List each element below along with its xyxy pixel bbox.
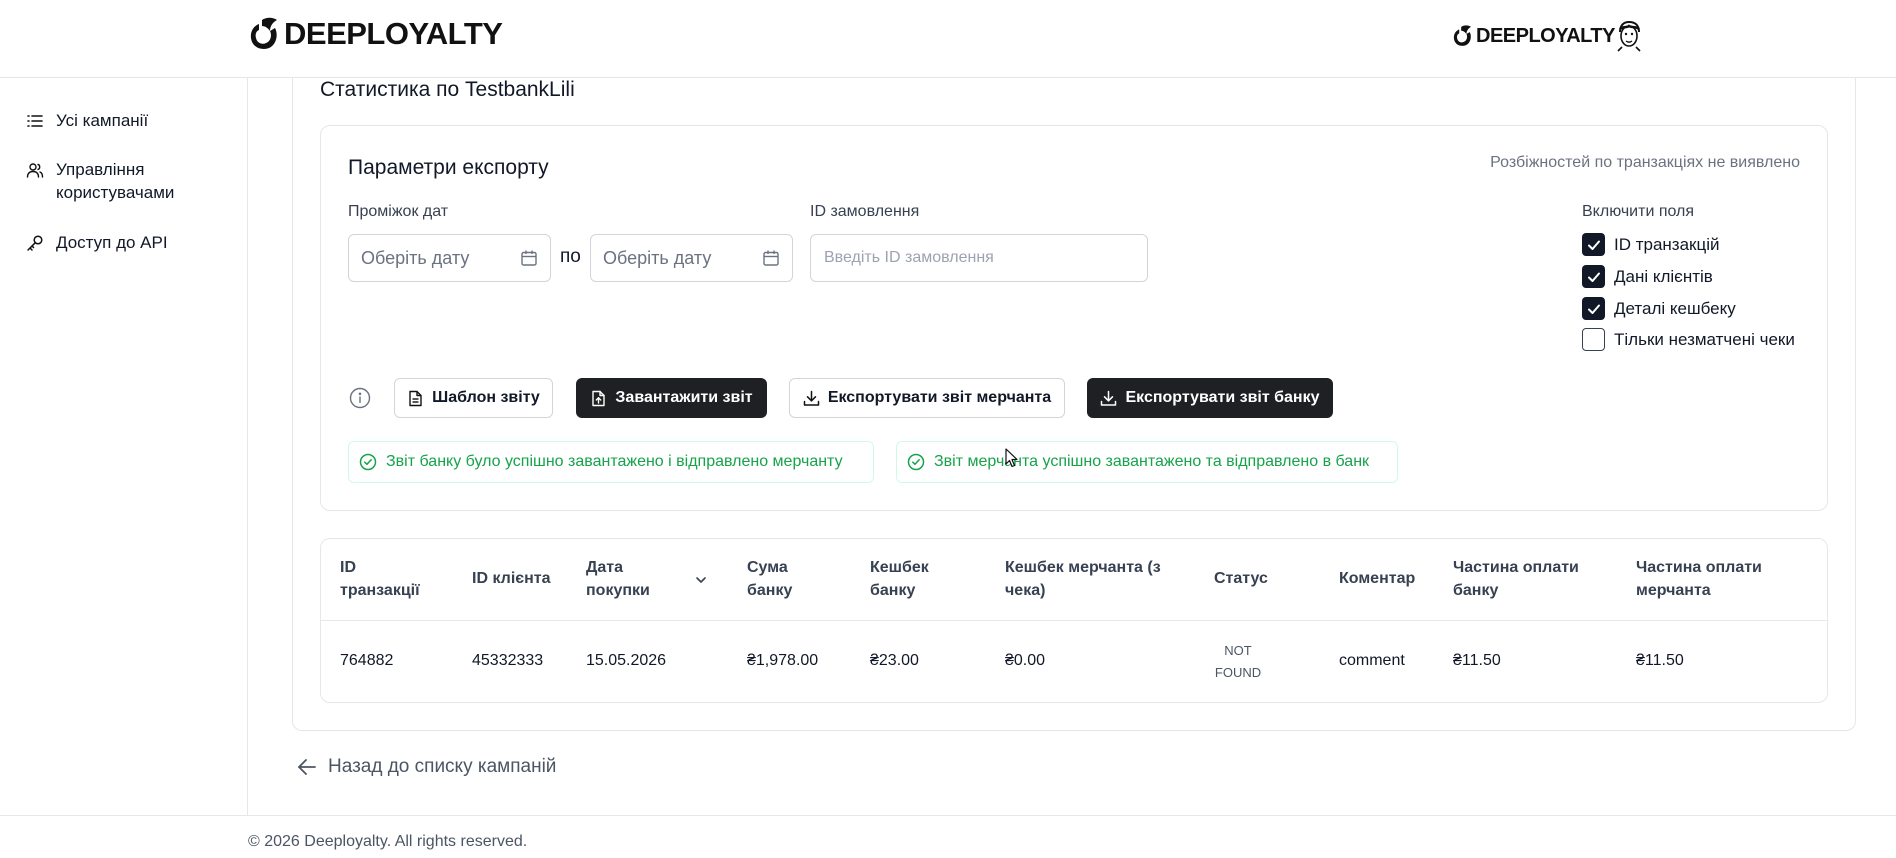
sidebar-item-campaigns[interactable]: Усі кампанії bbox=[26, 109, 148, 132]
checkbox[interactable] bbox=[1582, 297, 1605, 320]
button-label: Експортувати звіт банку bbox=[1125, 389, 1320, 406]
export-card-title: Параметри експорту bbox=[348, 156, 549, 179]
checkbox[interactable] bbox=[1582, 265, 1605, 288]
cell-merchant-cashback: ₴0.00 bbox=[1005, 652, 1046, 669]
checkbox-cashback-details[interactable]: Деталі кешбеку bbox=[1582, 297, 1736, 320]
back-to-campaigns-link[interactable]: Назад до списку кампаній bbox=[296, 756, 556, 778]
date-separator: по bbox=[560, 246, 581, 267]
cell-bank-cashback: ₴23.00 bbox=[870, 652, 919, 669]
toast-text: Звіт банку було успішно завантажено і ві… bbox=[386, 453, 843, 470]
info-icon[interactable] bbox=[349, 387, 371, 409]
order-id-input[interactable] bbox=[810, 234, 1148, 282]
cell-purchase-date: 15.05.2026 bbox=[586, 652, 667, 669]
button-label: Завантажити звіт bbox=[615, 389, 753, 406]
check-circle-icon bbox=[907, 453, 925, 471]
cell-bank-share: ₴11.50 bbox=[1453, 652, 1501, 669]
export-merchant-report-button[interactable]: Експортувати звіт мерчанта bbox=[789, 378, 1065, 418]
checkbox-client-data[interactable]: Дані клієнтів bbox=[1582, 265, 1713, 288]
partner-logo-text: DEEPLOYALTY bbox=[1476, 24, 1615, 47]
date-from-picker[interactable]: Оберіть дату bbox=[348, 234, 551, 282]
date-from-placeholder: Оберіть дату bbox=[361, 247, 470, 268]
merchant-report-success-toast: Звіт мерчанта успішно завантажено та від… bbox=[896, 441, 1398, 483]
cell-bank-amount: ₴1,978.00 bbox=[747, 652, 819, 669]
sidebar-item-label: Доступ до API bbox=[56, 233, 168, 252]
checkbox-label: Тільки незматчені чеки bbox=[1614, 329, 1795, 349]
checkbox[interactable] bbox=[1582, 233, 1605, 256]
file-upload-icon bbox=[592, 390, 606, 406]
file-icon bbox=[409, 390, 422, 406]
date-to-placeholder: Оберіть дату bbox=[603, 247, 712, 268]
column-header-merchant-cashback[interactable]: Кешбек мерчанта (з чека) bbox=[1005, 556, 1175, 602]
deeployalty-logo[interactable]: DEEPLOYALTY bbox=[248, 16, 503, 52]
bank-report-success-toast: Звіт банку було успішно завантажено і ві… bbox=[348, 441, 874, 483]
date-to-picker[interactable]: Оберіть дату bbox=[590, 234, 793, 282]
table-header-divider bbox=[321, 620, 1827, 621]
column-header-status[interactable]: Статус bbox=[1214, 567, 1268, 590]
checkbox-label: Деталі кешбеку bbox=[1614, 298, 1736, 318]
column-header-comment[interactable]: Коментар bbox=[1339, 567, 1415, 590]
button-label: Шаблон звіту bbox=[432, 389, 540, 406]
cell-merchant-share: ₴11.50 bbox=[1636, 652, 1684, 669]
column-header-bank-share[interactable]: Частина оплати банку bbox=[1453, 556, 1593, 602]
toast-text: Звіт мерчанта успішно завантажено та від… bbox=[934, 453, 1370, 470]
sidebar-item-label: Управління користувачами bbox=[56, 160, 175, 202]
export-bank-report-button[interactable]: Експортувати звіт банку bbox=[1087, 378, 1333, 418]
partner-logo: DEEPLOYALTY bbox=[1452, 24, 1615, 48]
upload-report-button[interactable]: Завантажити звіт bbox=[576, 378, 767, 418]
report-template-button[interactable]: Шаблон звіту bbox=[394, 378, 553, 418]
column-header-transaction-id[interactable]: ID транзакції bbox=[340, 556, 440, 602]
checkbox-unmatched-only[interactable]: Тільки незматчені чеки bbox=[1582, 328, 1795, 351]
page-title: Статистика по TestbankLili bbox=[320, 78, 575, 101]
checkbox-label: Дані клієнтів bbox=[1614, 266, 1713, 286]
status-badge: NOT FOUND bbox=[1214, 643, 1262, 680]
top-header: DEEPLOYALTY DEEPLOYALTY bbox=[0, 0, 1896, 78]
download-icon bbox=[803, 390, 820, 406]
sidebar-item-label: Усі кампанії bbox=[56, 111, 149, 130]
list-icon bbox=[27, 115, 43, 127]
column-header-bank-amount[interactable]: Сума банку bbox=[747, 556, 817, 602]
calendar-icon bbox=[763, 250, 779, 266]
discrepancy-status: Розбіжностей по транзакціях не виявлено bbox=[1490, 154, 1800, 171]
calendar-icon bbox=[521, 250, 537, 266]
check-icon bbox=[1587, 240, 1600, 250]
user-avatar-icon[interactable] bbox=[1614, 20, 1644, 52]
column-header-purchase-date[interactable]: Дата покупки bbox=[586, 556, 676, 602]
partner-logo-mark-icon bbox=[1453, 25, 1472, 46]
check-circle-icon bbox=[359, 453, 377, 471]
check-icon bbox=[1587, 304, 1600, 314]
column-header-bank-cashback[interactable]: Кешбек банку bbox=[870, 556, 960, 602]
chevron-down-icon[interactable] bbox=[693, 572, 709, 588]
checkbox-label: ID транзакцій bbox=[1614, 234, 1720, 254]
logo-mark-icon bbox=[250, 17, 277, 49]
check-icon bbox=[1587, 272, 1600, 282]
mouse-cursor-icon bbox=[1005, 448, 1018, 468]
logo-text: DEEPLOYALTY bbox=[284, 16, 503, 51]
checkbox[interactable] bbox=[1582, 328, 1605, 351]
sidebar-item-api-access[interactable]: Доступ до API bbox=[26, 231, 168, 254]
button-label: Експортувати звіт мерчанта bbox=[827, 389, 1052, 406]
cell-transaction-id: 764882 bbox=[340, 652, 394, 669]
back-link-label: Назад до списку кампаній bbox=[328, 756, 557, 777]
download-icon bbox=[1101, 390, 1117, 406]
arrow-left-icon bbox=[298, 759, 316, 775]
cell-client-id: 45332333 bbox=[472, 652, 544, 669]
column-header-merchant-share[interactable]: Частина оплати мерчанта bbox=[1636, 556, 1796, 602]
column-header-client-id[interactable]: ID клієнта bbox=[472, 567, 551, 590]
checkbox-transaction-ids[interactable]: ID транзакцій bbox=[1582, 233, 1720, 256]
sidebar-item-users[interactable]: Управління користувачами bbox=[26, 158, 226, 204]
users-icon bbox=[26, 163, 44, 178]
include-fields-label: Включити поля bbox=[1582, 203, 1695, 220]
cell-comment: comment bbox=[1339, 652, 1405, 669]
key-icon bbox=[27, 235, 43, 251]
date-range-label: Проміжок дат bbox=[348, 203, 449, 220]
copyright-text: © 2026 Deeployalty. All rights reserved. bbox=[248, 833, 528, 850]
order-id-label: ID замовлення bbox=[810, 203, 920, 220]
